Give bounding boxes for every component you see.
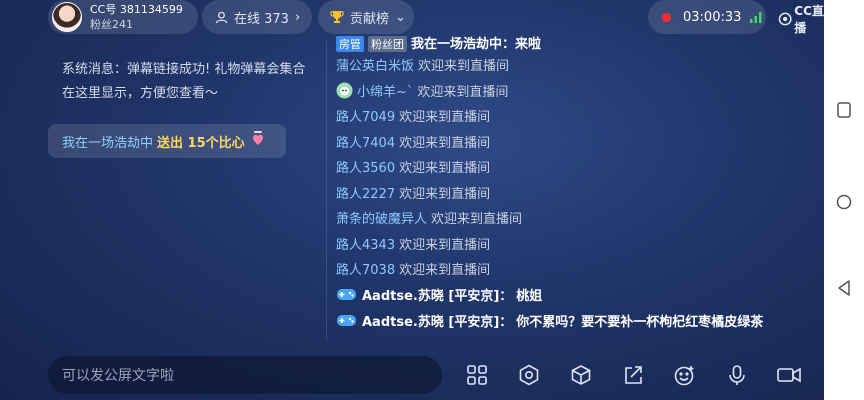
settings-icon[interactable] — [516, 362, 542, 388]
chat-username[interactable]: 小绵羊~` — [357, 81, 413, 100]
chat-row-cut: 房管 粉丝团 我在一场浩劫中：来啦 — [336, 30, 806, 52]
chat-row: 路人3560 欢迎来到直播间 — [336, 154, 806, 180]
chat-text: 欢迎来到直播间 — [418, 59, 510, 75]
heart-gift-icon — [251, 131, 265, 151]
signal-icon — [749, 8, 763, 27]
anchor-profile[interactable]: CC号 381134599 粉丝241 — [48, 0, 198, 34]
chat-username[interactable]: 蒲公英白米饭 — [336, 55, 414, 74]
chat-text: 欢迎来到直播间 — [399, 237, 491, 253]
trophy-icon — [330, 10, 344, 24]
chat-text: 欢迎来到直播间 — [399, 263, 491, 279]
chat-username[interactable]: 路人4343 — [336, 234, 395, 253]
chat-username[interactable]: 路人7038 — [336, 259, 395, 278]
system-nav-bar — [824, 0, 864, 400]
chat-text: 你不累吗？要不要补一杯枸杞红枣橘皮绿茶 — [516, 315, 764, 330]
system-message: 系统消息：弹幕链接成功! 礼物弹幕会集合在这里显示，方便您查看～ — [62, 62, 306, 101]
chat-text: 欢迎来到直播间 — [399, 186, 491, 202]
grid-icon[interactable] — [464, 362, 490, 388]
camera-icon[interactable] — [776, 362, 802, 388]
bottom-bar: 可以发公屏文字啦 — [0, 352, 824, 400]
chat-username[interactable]: Aadtse.苏晓 [平安京]： — [362, 311, 512, 330]
contribution-rank-label: 贡献榜 — [350, 11, 390, 27]
chat-text: 桃姐 — [516, 289, 543, 304]
cc-logo: CC直播 — [778, 4, 824, 35]
gamepad-icon — [337, 315, 356, 326]
back-icon[interactable] — [836, 280, 852, 296]
recording-dot-icon — [662, 12, 671, 22]
chat-row-highlight: Aadtse.苏晓 [平安京]： 桃姐 — [336, 282, 806, 308]
gift-action: 送出 15个比心 — [157, 135, 245, 151]
contribution-rank-button[interactable]: 贡献榜 ⌄ — [318, 0, 414, 34]
chat-row: 蒲公英白米饭 欢迎来到直播间 — [336, 52, 806, 78]
chat-row: 路人4343 欢迎来到直播间 — [336, 231, 806, 257]
online-count-label: 在线 373 — [234, 11, 289, 27]
cc-logo-icon — [778, 12, 792, 26]
chat-text: 欢迎来到直播间 — [399, 161, 491, 177]
home-icon[interactable] — [836, 194, 852, 210]
chat-row: 路人2227 欢迎来到直播间 — [336, 180, 806, 206]
chat-text: 欢迎来到直播间 — [399, 135, 491, 151]
chat-row: 路人7049 欢迎来到直播间 — [336, 103, 806, 129]
chevron-right-icon: › — [294, 9, 301, 25]
chat-text: 欢迎来到直播间 — [431, 212, 523, 228]
chat-list[interactable]: 房管 粉丝团 我在一场浩劫中：来啦 蒲公英白米饭 欢迎来到直播间 小绵羊~` 欢… — [336, 30, 806, 340]
cube-icon[interactable] — [568, 362, 594, 388]
admin-tag: 房管 — [336, 36, 364, 52]
chat-input-placeholder: 可以发公屏文字啦 — [62, 368, 174, 384]
chevron-down-icon: ⌄ — [395, 9, 406, 25]
chat-text: 欢迎来到直播间 — [417, 84, 509, 100]
chat-text: 我在一场浩劫中：来啦 — [411, 37, 542, 52]
sheep-avatar-icon — [336, 82, 353, 99]
chat-username[interactable]: 路人7404 — [336, 132, 395, 151]
cc-id-label: CC号 381134599 — [90, 3, 183, 16]
chat-username[interactable]: 路人2227 — [336, 183, 395, 202]
fan-badge: 粉丝团 — [368, 36, 407, 52]
panel-divider — [326, 40, 327, 340]
chat-row: 路人7404 欢迎来到直播间 — [336, 129, 806, 155]
user-icon — [214, 10, 228, 24]
emoji-icon[interactable] — [672, 362, 698, 388]
timer-label: 03:00:33 — [683, 9, 742, 25]
gift-message: 我在一场浩劫中 送出 15个比心 — [48, 124, 286, 158]
anchor-info: CC号 381134599 粉丝241 — [90, 2, 183, 32]
chat-row-highlight: Aadtse.苏晓 [平安京]： 你不累吗？要不要补一杯枸杞红枣橘皮绿茶 — [336, 308, 806, 334]
chat-username[interactable]: 路人3560 — [336, 157, 395, 176]
online-count-button[interactable]: 在线 373 › — [202, 0, 312, 34]
fans-count: 粉丝241 — [90, 18, 133, 31]
chat-row: 萧条的破魔异人 欢迎来到直播间 — [336, 205, 806, 231]
chat-row: 小绵羊~` 欢迎来到直播间 — [336, 78, 806, 104]
chat-username[interactable]: 萧条的破魔异人 — [336, 208, 427, 227]
share-icon[interactable] — [620, 362, 646, 388]
chat-username[interactable]: 路人7049 — [336, 106, 395, 125]
gift-sender[interactable]: 我在一场浩劫中 — [62, 132, 153, 151]
anchor-avatar[interactable] — [52, 2, 82, 32]
chat-row: 路人7038 欢迎来到直播间 — [336, 256, 806, 282]
mic-icon[interactable] — [724, 362, 750, 388]
live-timer: 03:00:33 — [648, 0, 766, 34]
chat-input[interactable]: 可以发公屏文字啦 — [48, 356, 442, 394]
chat-text: 欢迎来到直播间 — [399, 110, 491, 126]
chat-username[interactable]: Aadtse.苏晓 [平安京]： — [362, 285, 512, 304]
recent-apps-icon[interactable] — [836, 102, 852, 118]
gamepad-icon — [337, 289, 356, 300]
